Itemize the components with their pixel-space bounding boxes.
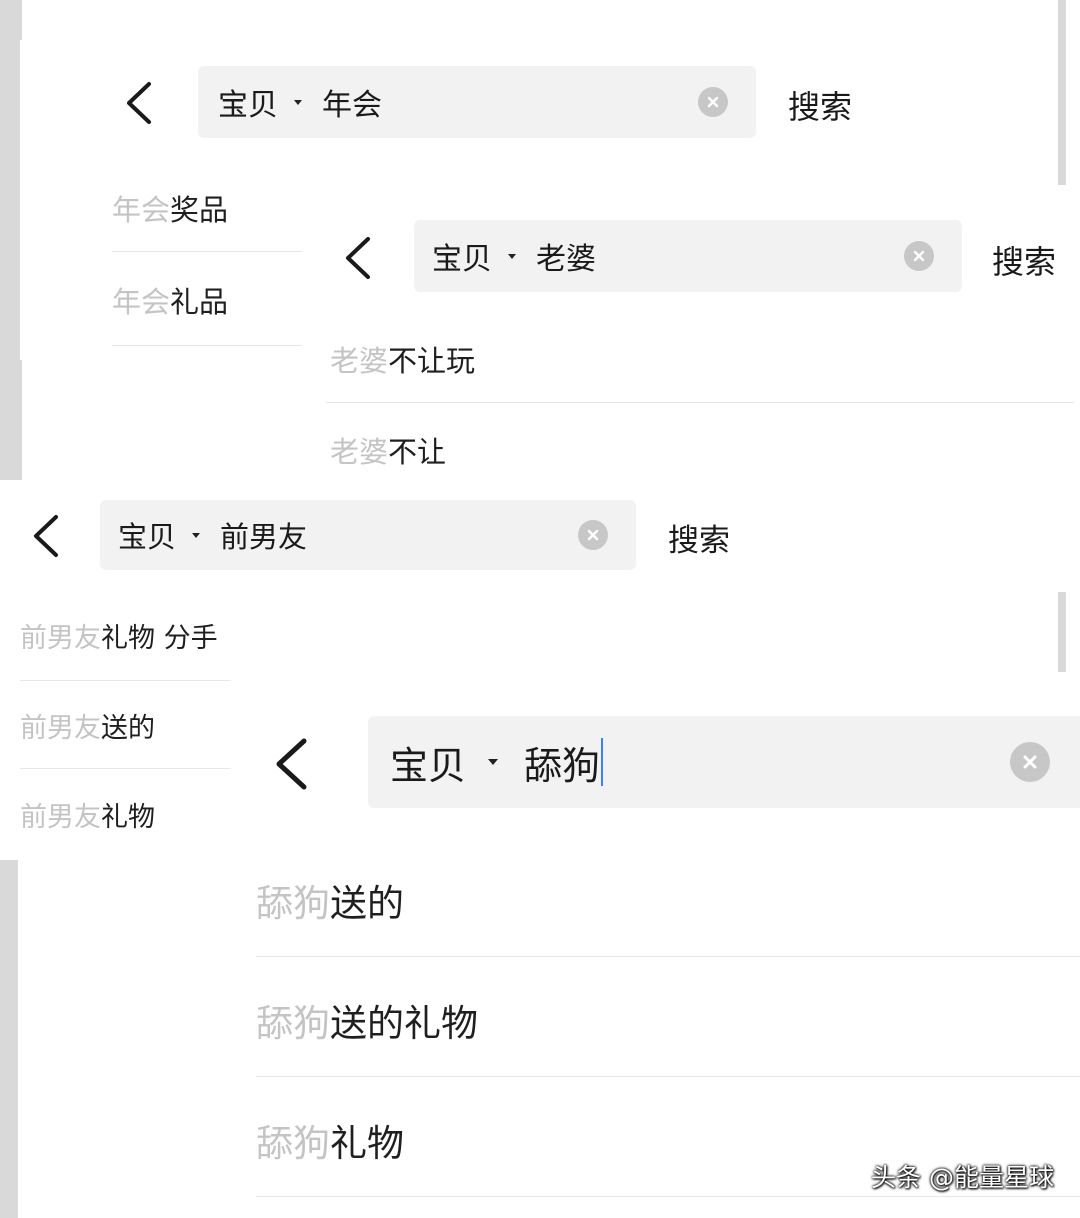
divider	[20, 680, 230, 681]
suggestion-completion: 礼物	[330, 1122, 404, 1165]
suggestion-item[interactable]: 舔狗 送的礼物	[256, 988, 1080, 1052]
suggestion-match: 舔狗	[256, 1002, 330, 1045]
suggestion-match: 前男友	[20, 622, 101, 654]
suggestion-completion: 礼物	[101, 801, 155, 833]
screenshot-edge	[0, 860, 18, 1218]
clear-circle-icon[interactable]	[578, 520, 608, 550]
suggestion-completion: 奖品	[170, 193, 229, 227]
scope-label[interactable]: 宝贝	[432, 234, 492, 278]
divider	[326, 402, 1074, 403]
text-cursor	[601, 738, 604, 786]
suggestion-item[interactable]: 年会 礼品	[112, 272, 302, 328]
search-button[interactable]: 搜索	[788, 82, 852, 128]
suggestion-match: 年会	[112, 193, 171, 227]
search-panel-4: 宝贝 舔狗 舔狗 送的 舔狗 送的礼物 舔狗 礼物	[240, 690, 1080, 1218]
search-field[interactable]: 宝贝 舔狗	[368, 716, 1080, 808]
search-query[interactable]: 舔狗	[524, 735, 600, 790]
clear-circle-icon[interactable]	[904, 241, 934, 271]
scope-label[interactable]: 宝贝	[390, 735, 466, 790]
search-button[interactable]: 搜索	[992, 237, 1056, 283]
divider	[256, 956, 1080, 957]
suggestion-item[interactable]: 老婆 不让玩	[330, 331, 1080, 387]
search-field[interactable]: 宝贝 前男友	[100, 500, 636, 570]
suggestion-match: 老婆	[330, 344, 389, 378]
caret-down-icon[interactable]	[192, 532, 201, 538]
search-query[interactable]: 老婆	[536, 234, 596, 278]
suggestion-match: 前男友	[20, 712, 101, 744]
divider	[112, 345, 302, 346]
suggestion-match: 老婆	[330, 435, 389, 469]
screenshot-edge	[0, 0, 22, 480]
chevron-left-icon[interactable]	[123, 80, 155, 126]
suggestion-item[interactable]: 舔狗 送的	[256, 868, 1080, 932]
search-query[interactable]: 前男友	[220, 514, 307, 556]
divider	[256, 1076, 1080, 1077]
suggestion-completion: 礼品	[170, 285, 229, 319]
suggestion-match: 年会	[112, 285, 171, 319]
suggestion-match: 前男友	[20, 801, 101, 833]
caret-down-icon[interactable]	[508, 253, 516, 259]
chevron-left-icon[interactable]	[342, 235, 374, 281]
scope-label[interactable]: 宝贝	[118, 514, 176, 556]
suggestion-completion: 礼物 分手	[101, 622, 218, 654]
clear-circle-icon[interactable]	[1010, 742, 1050, 782]
search-panel-2: 宝贝 老婆 搜索 老婆 不让玩 老婆 不让	[320, 195, 1080, 495]
screenshot-edge	[1058, 0, 1066, 185]
suggestion-match: 舔狗	[256, 882, 330, 925]
search-field[interactable]: 宝贝 年会	[198, 66, 756, 138]
search-query[interactable]: 年会	[322, 80, 382, 124]
suggestion-completion: 不让	[388, 435, 447, 469]
watermark: 头条 @能量星球	[871, 1163, 1054, 1192]
search-field[interactable]: 宝贝 老婆	[414, 220, 962, 292]
suggestion-completion: 送的礼物	[330, 1002, 478, 1045]
suggestion-completion: 送的	[101, 712, 155, 744]
suggestion-match: 舔狗	[256, 1122, 330, 1165]
divider	[20, 768, 230, 769]
suggestion-completion: 不让玩	[388, 344, 476, 378]
chevron-left-icon[interactable]	[30, 513, 62, 559]
chevron-left-icon[interactable]	[272, 736, 310, 792]
suggestion-item[interactable]: 前男友 礼物 分手	[20, 610, 736, 660]
divider	[256, 1196, 1080, 1197]
divider	[112, 251, 302, 252]
search-button[interactable]: 搜索	[668, 515, 730, 560]
caret-down-icon[interactable]	[294, 99, 302, 105]
caret-down-icon[interactable]	[488, 759, 499, 765]
screenshot-edge	[1058, 592, 1066, 672]
suggestion-item[interactable]: 老婆 不让	[330, 422, 1080, 478]
suggestion-completion: 送的	[330, 882, 404, 925]
scope-label[interactable]: 宝贝	[218, 80, 278, 124]
suggestion-item[interactable]: 年会 奖品	[112, 180, 302, 236]
clear-circle-icon[interactable]	[698, 87, 728, 117]
